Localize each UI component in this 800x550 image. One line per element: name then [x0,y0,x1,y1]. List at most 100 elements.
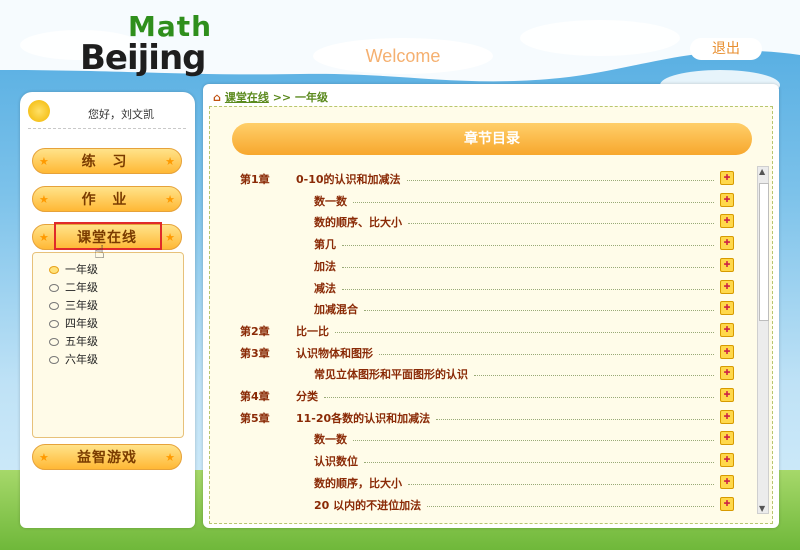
dotted-leader [335,331,714,333]
lesson-title[interactable]: 加减混合 [314,301,358,317]
content-area: 章节目录 第1章 0-10的认识和加减法 ✚ 数一数 ✚ 数的顺序、比大小 ✚ 第几 ✚ 加法 ✚ 减… [209,106,773,524]
chapter-number: 第4章 [240,390,270,403]
lesson-title[interactable]: 20 以内的不进位加法 [314,497,421,513]
toc-row[interactable]: 数一数 ✚ [210,431,740,449]
toc-row[interactable]: 20 以内的不进位加法 ✚ [210,496,740,515]
breadcrumb: ⌂ 课堂在线 >> 一年级 [213,89,328,105]
lesson-title[interactable]: 11-20各数的认识和加减法 [296,410,430,426]
speech-bubble-icon [49,320,59,328]
toc-row[interactable]: 第几 ✚ [210,236,740,254]
toc-row[interactable]: 加法 ✚ [210,257,740,276]
gift-icon[interactable]: ✚ [720,344,734,359]
dotted-leader [353,201,714,203]
grade-item[interactable]: 六年级 [49,351,98,367]
star-icon: ★ [39,451,49,464]
scroll-down-arrow-icon[interactable]: ▼ [759,504,765,513]
gift-icon[interactable]: ✚ [720,322,734,337]
nav-games-button[interactable]: ★ 益智游戏 ★ [32,444,182,470]
grade-item[interactable]: 二年级 [49,279,98,295]
breadcrumb-separator: >> [272,91,292,104]
gift-icon[interactable]: ✚ [720,192,734,207]
lesson-title[interactable]: 分类 [296,388,318,404]
lesson-title[interactable]: 加法 [314,258,336,274]
lesson-title[interactable]: 认识数位 [314,453,358,469]
nav-homework-label: 作 业 [81,192,133,208]
dotted-leader [427,505,714,507]
grade-list-panel: 一年级 二年级 三年级 四年级 五年级 六年级 [32,252,184,438]
toc-row[interactable]: 加减混合 ✚ [210,301,740,319]
toc-row[interactable]: 第3章 认识物体和图形 ✚ [210,344,740,363]
grade-item[interactable]: 三年级 [49,297,98,313]
chapter-number: 第1章 [240,173,270,186]
scroll-up-arrow-icon[interactable]: ▲ [759,167,765,176]
lesson-title[interactable]: 数的顺序，比大小 [314,475,402,491]
lesson-title[interactable]: 数一数 [314,431,347,447]
nav-practice-button[interactable]: ★ 练 习 ★ [32,148,182,174]
dotted-leader [436,418,714,420]
lesson-title[interactable]: 减法 [314,280,336,296]
dotted-leader [364,462,714,464]
dotted-leader [342,288,714,290]
logo: Math Beijing [80,10,211,78]
dotted-leader [408,223,714,225]
breadcrumb-root-link[interactable]: 课堂在线 [225,91,269,104]
scrollbar-thumb[interactable] [759,183,769,321]
speech-bubble-icon [49,302,59,310]
dotted-leader [474,375,714,377]
nav-games-label: 益智游戏 [77,450,137,466]
gift-icon[interactable]: ✚ [720,366,734,381]
logout-button[interactable]: 退出 [690,38,762,60]
star-icon: ★ [165,193,175,206]
star-icon: ★ [39,231,49,244]
lesson-title[interactable]: 认识物体和图形 [296,345,373,361]
dotted-leader [408,483,714,485]
sun-avatar-icon [28,100,50,122]
speech-bubble-icon [49,266,59,274]
toc-header: 章节目录 [232,123,752,155]
toc-row[interactable]: 减法 ✚ [210,279,740,298]
main-panel: ⌂ 课堂在线 >> 一年级 章节目录 第1章 0-10的认识和加减法 ✚ 数一数 ✚ 数的顺… [203,84,779,528]
toc-row[interactable]: 常见立体图形和平面图形的认识 ✚ [210,366,740,384]
gift-icon[interactable]: ✚ [720,474,734,489]
gift-icon[interactable]: ✚ [720,496,734,511]
grade-item[interactable]: 一年级 [49,261,98,277]
chapter-number: 第5章 [240,411,270,425]
gift-icon[interactable]: ✚ [720,453,734,468]
gift-icon[interactable]: ✚ [720,388,734,402]
toc-row[interactable]: 认识数位 ✚ [210,453,740,471]
toc-row[interactable]: 数一数 ✚ [210,192,740,211]
gift-icon[interactable]: ✚ [720,301,734,316]
toc-row[interactable]: 第1章 0-10的认识和加减法 ✚ [210,171,740,189]
gift-icon[interactable]: ✚ [720,214,734,229]
gift-icon[interactable]: ✚ [720,409,734,424]
gift-icon[interactable]: ✚ [720,279,734,294]
lesson-title[interactable]: 数一数 [314,193,347,209]
speech-bubble-icon [49,338,59,346]
lesson-title[interactable]: 数的顺序、比大小 [314,214,402,230]
dotted-leader [353,440,714,442]
gift-icon[interactable]: ✚ [720,431,734,446]
star-icon: ★ [39,193,49,206]
nav-practice-label: 练 习 [81,154,133,170]
gift-icon[interactable]: ✚ [720,171,734,185]
toc-row[interactable]: 第4章 分类 ✚ [210,388,740,406]
toc-row[interactable]: 第2章 比一比 ✚ [210,322,740,341]
welcome-badge: Welcome [313,38,493,74]
speech-bubble-icon [49,356,59,364]
lesson-title[interactable]: 第几 [314,236,336,252]
lesson-title[interactable]: 常见立体图形和平面图形的认识 [314,366,468,382]
star-icon: ★ [39,155,49,168]
dotted-leader [324,397,714,398]
lesson-title[interactable]: 0-10的认识和加减法 [296,171,401,187]
grade-item[interactable]: 四年级 [49,315,98,331]
gift-icon[interactable]: ✚ [720,236,734,251]
gift-icon[interactable]: ✚ [720,257,734,272]
scrollbar[interactable]: ▲ ▼ [757,166,769,514]
nav-homework-button[interactable]: ★ 作 业 ★ [32,186,182,212]
grade-item[interactable]: 五年级 [49,333,98,349]
toc-row[interactable]: 第5章 11-20各数的认识和加减法 ✚ [210,409,740,428]
lesson-title[interactable]: 比一比 [296,323,329,339]
selection-highlight [54,222,162,250]
toc-row[interactable]: 数的顺序、比大小 ✚ [210,214,740,232]
toc-row[interactable]: 数的顺序，比大小 ✚ [210,474,740,493]
